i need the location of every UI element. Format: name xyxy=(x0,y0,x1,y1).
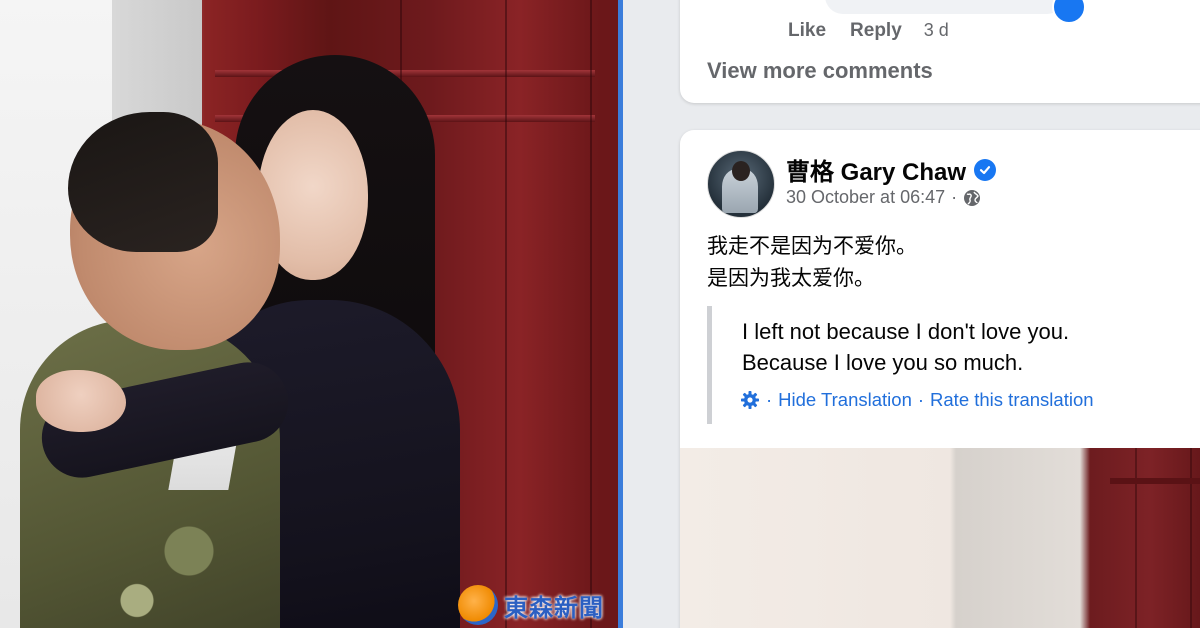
couple-photo: 東森新聞 xyxy=(0,0,618,628)
translation-block: I left not because I don't love you. Bec… xyxy=(707,306,1200,424)
post-card: 曹格 Gary Chaw 30 October at 06:47 · 我走不是因… xyxy=(680,130,1200,628)
rate-translation-link[interactable]: Rate this translation xyxy=(930,389,1094,411)
author-name[interactable]: 曹格 Gary Chaw xyxy=(786,152,966,187)
avatar-head xyxy=(732,161,750,181)
comment-bubble xyxy=(825,0,1065,14)
news-watermark: 東森新聞 xyxy=(458,582,618,628)
globe-icon[interactable] xyxy=(963,189,981,207)
reply-button[interactable]: Reply xyxy=(850,20,902,42)
like-button[interactable]: Like xyxy=(788,20,826,42)
comment-age[interactable]: 3 d xyxy=(924,20,949,41)
comment-actions: Like Reply 3 d xyxy=(788,20,949,42)
hide-translation-link[interactable]: Hide Translation xyxy=(778,389,912,411)
translation-actions: · Hide Translation · Rate this translati… xyxy=(740,389,1094,411)
post-line: 我走不是因为不爱你。 xyxy=(707,234,917,258)
reaction-icon xyxy=(1052,0,1086,24)
post-message: 我走不是因为不爱你。 是因为我太爱你。 xyxy=(707,230,917,294)
post-timestamp[interactable]: 30 October at 06:47 xyxy=(786,187,945,208)
author-avatar[interactable] xyxy=(707,150,775,218)
photo-closet-rod xyxy=(1110,478,1200,484)
closet-door-line xyxy=(505,0,507,628)
author-row: 曹格 Gary Chaw xyxy=(786,152,997,187)
post-meta: 30 October at 06:47 · xyxy=(786,187,981,208)
view-more-comments-link[interactable]: View more comments xyxy=(707,58,933,84)
translation-text: I left not because I don't love you. Bec… xyxy=(742,316,1069,378)
facebook-feed: Like Reply 3 d View more comments 曹格 Gar… xyxy=(623,0,1200,628)
watermark-text: 東森新聞 xyxy=(504,593,604,622)
verified-badge-icon xyxy=(974,158,997,181)
photo-door-line xyxy=(1190,448,1192,628)
photo-door-line xyxy=(1135,448,1137,628)
translation-line: Because I love you so much. xyxy=(742,350,1024,375)
translation-separator: · xyxy=(917,389,925,410)
news-logo-icon xyxy=(458,585,498,625)
post-line: 是因为我太爱你。 xyxy=(707,266,875,290)
closet-door-line xyxy=(590,0,592,628)
translation-line: I left not because I don't love you. xyxy=(742,319,1070,344)
meta-separator: · xyxy=(951,187,958,207)
previous-post-card: Like Reply 3 d View more comments xyxy=(680,0,1200,103)
gear-icon[interactable] xyxy=(740,390,760,410)
post-photo[interactable] xyxy=(680,448,1200,628)
woman-hand xyxy=(36,370,126,432)
composite-image: 東森新聞 Like Reply 3 d View more comments 曹… xyxy=(0,0,1200,628)
translation-separator: · xyxy=(766,389,773,410)
